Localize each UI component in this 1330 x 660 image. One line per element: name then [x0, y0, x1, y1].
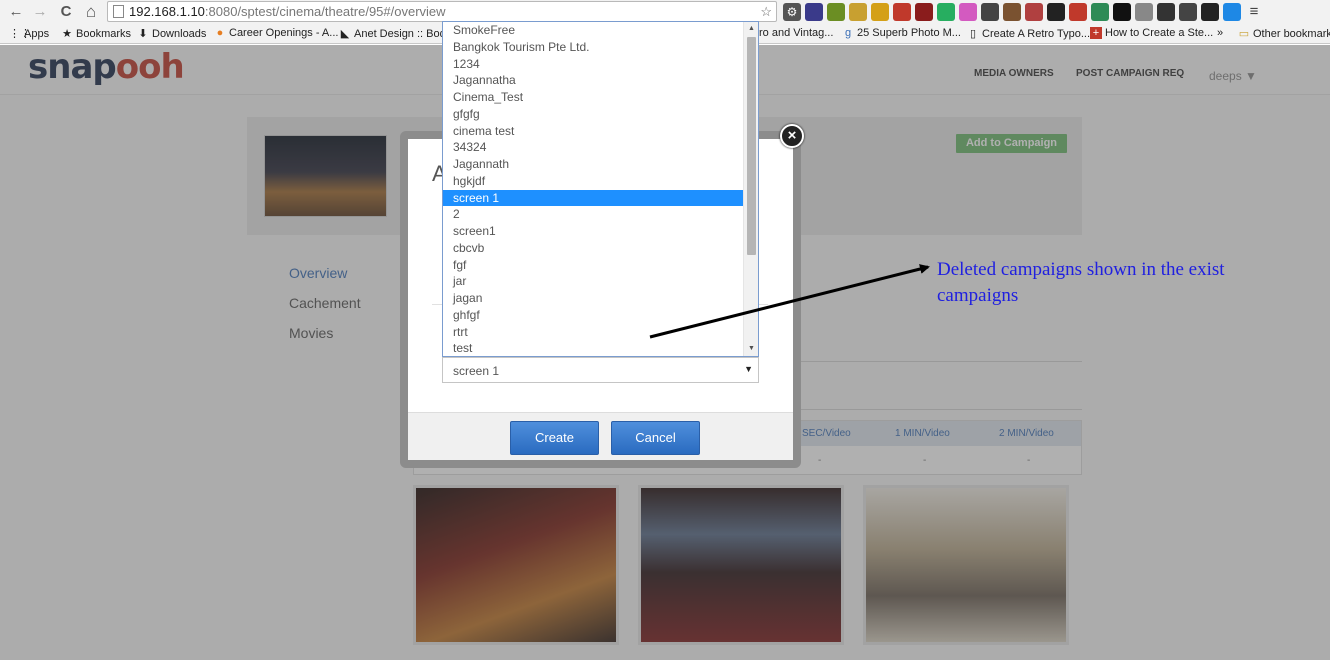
page-icon: g — [844, 27, 852, 39]
page-icon: ● — [216, 27, 224, 39]
dropdown-option[interactable]: hgkjdf — [443, 173, 744, 190]
page-icon: + — [1090, 27, 1102, 39]
extension-icon[interactable] — [981, 3, 999, 21]
bookmark-other[interactable]: ▭ Other bookmarks — [1238, 27, 1330, 40]
extension-icon[interactable] — [1157, 3, 1175, 21]
dropdown-option[interactable]: 34324 — [443, 139, 744, 156]
bookmark-career[interactable]: ● Career Openings - A... — [214, 27, 339, 39]
reload-icon[interactable]: C — [56, 2, 76, 22]
extension-icon[interactable] — [1047, 3, 1065, 21]
bookmark-anet[interactable]: ◣ Anet Design :: Body — [339, 27, 451, 40]
address-bar[interactable]: 192.168.1.10:8080/sptest/cinema/theatre/… — [107, 1, 777, 22]
extension-icon[interactable] — [937, 3, 955, 21]
extension-icon[interactable] — [1135, 3, 1153, 21]
bookmarks-overflow[interactable]: » — [1217, 27, 1223, 39]
home-icon[interactable]: ⌂ — [81, 2, 101, 22]
forward-icon[interactable]: → — [30, 2, 50, 22]
bookmark-star-icon[interactable]: ☆ — [760, 4, 772, 20]
page-icon: ▯ — [969, 28, 977, 40]
dropdown-option[interactable]: ghfgf — [443, 307, 744, 324]
extension-icon[interactable] — [1091, 3, 1109, 21]
campaign-select[interactable]: screen 1 ▼ — [442, 357, 759, 383]
close-icon[interactable]: × — [780, 124, 804, 148]
dropdown-option[interactable]: cinema test — [443, 123, 744, 140]
back-icon[interactable]: ← — [6, 2, 26, 22]
extension-icon[interactable] — [871, 3, 889, 21]
map-pin-icon[interactable] — [1069, 3, 1087, 21]
star-icon: ★ — [62, 28, 72, 40]
stop-icon[interactable] — [893, 3, 911, 21]
scroll-down-icon[interactable]: ▼ — [744, 342, 758, 356]
extension-icon[interactable] — [1201, 3, 1219, 21]
dropdown-option[interactable]: 2 — [443, 206, 744, 223]
dropdown-option[interactable]: Bangkok Tourism Pte Ltd. — [443, 39, 744, 56]
dropdown-option[interactable]: rtrt — [443, 324, 744, 341]
page-icon: ◣ — [340, 28, 350, 40]
bookmark-apps[interactable]: ⋮⋮Apps — [9, 27, 49, 40]
apps-icon: ⋮⋮ — [9, 28, 31, 40]
dropdown-option[interactable]: SmokeFree — [443, 22, 744, 39]
dropdown-option[interactable]: gfgfg — [443, 106, 744, 123]
dropdown-option[interactable]: jar — [443, 273, 744, 290]
create-button[interactable]: Create — [510, 421, 599, 455]
modal-footer: Create Cancel — [408, 412, 793, 460]
bookmark-howto[interactable]: + How to Create a Ste... — [1090, 27, 1213, 39]
dropdown-option[interactable]: 1234 — [443, 56, 744, 73]
scroll-up-icon[interactable]: ▲ — [744, 22, 758, 36]
campaign-select-value: screen 1 — [453, 364, 500, 378]
folder-icon: ▭ — [1238, 28, 1250, 40]
extension-icon[interactable] — [805, 3, 823, 21]
eyedropper-icon[interactable] — [827, 3, 845, 21]
bookmark-typo[interactable]: ▯ Create A Retro Typo... — [967, 27, 1090, 40]
dropdown-option[interactable]: jagan — [443, 290, 744, 307]
dropdown-option[interactable]: Jagannatha — [443, 72, 744, 89]
dropdown-option[interactable]: screen1 — [443, 223, 744, 240]
dropdown-option-selected[interactable]: screen 1 — [443, 189, 744, 207]
extension-icons: ⚙ ≡ — [783, 3, 1263, 21]
dropdown-option[interactable]: cbcvb — [443, 240, 744, 257]
extension-icon[interactable] — [915, 3, 933, 21]
dropdown-option[interactable]: fgf — [443, 257, 744, 274]
bookmark-downloads[interactable]: ⬇ Downloads — [137, 27, 206, 40]
extension-icon[interactable] — [959, 3, 977, 21]
bookmark-bookmarks[interactable]: ★ Bookmarks — [61, 27, 131, 40]
dropdown-option[interactable]: Jagannath — [443, 156, 744, 173]
cancel-button[interactable]: Cancel — [611, 421, 700, 455]
hourglass-icon[interactable] — [849, 3, 867, 21]
menu-icon[interactable]: ≡ — [1245, 3, 1263, 21]
scrollbar[interactable]: ▲ ▼ — [743, 22, 758, 356]
campaign-dropdown-list[interactable]: SmokeFree Bangkok Tourism Pte Ltd. 1234 Jag… — [442, 21, 759, 357]
dropdown-option[interactable]: Cinema_Test — [443, 89, 744, 106]
gear-icon[interactable]: ⚙ — [783, 3, 801, 21]
option-list: SmokeFree Bangkok Tourism Pte Ltd. 1234 Jag… — [443, 22, 758, 356]
extension-icon[interactable] — [1223, 3, 1241, 21]
download-icon: ⬇ — [138, 28, 148, 40]
dropdown-option[interactable]: test — [443, 340, 744, 356]
bookmark-photo[interactable]: g 25 Superb Photo M... — [842, 27, 961, 39]
bookmark-retro[interactable]: ro and Vintag... — [759, 27, 833, 39]
chevron-down-icon: ▼ — [744, 364, 753, 374]
scrollbar-thumb[interactable] — [747, 37, 756, 255]
extension-icon[interactable] — [1113, 3, 1131, 21]
annotation-text: Deleted campaigns shown in the exist cam… — [937, 259, 1225, 306]
extension-icon[interactable] — [1003, 3, 1021, 21]
extension-icon[interactable] — [1025, 3, 1043, 21]
address-bar-url: 192.168.1.10:8080/sptest/cinema/theatre/… — [129, 4, 446, 19]
extension-icon[interactable] — [1179, 3, 1197, 21]
page-icon — [113, 5, 124, 18]
